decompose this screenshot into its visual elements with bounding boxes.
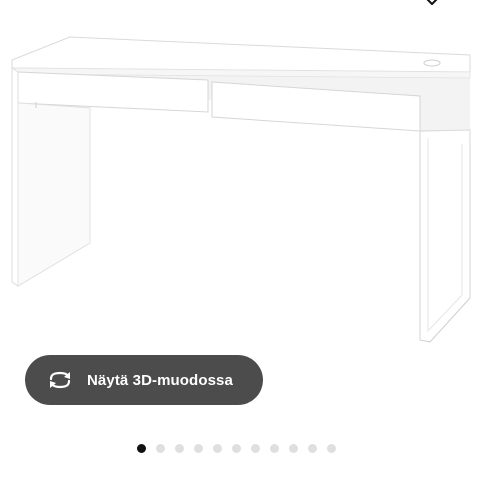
carousel-dot[interactable] (251, 444, 260, 453)
product-image[interactable] (0, 30, 480, 350)
carousel-dot[interactable] (213, 444, 222, 453)
view-3d-button[interactable]: Näytä 3D-muodossa (25, 355, 263, 405)
carousel-dot[interactable] (156, 444, 165, 453)
carousel-pagination (137, 444, 336, 453)
carousel-dot[interactable] (232, 444, 241, 453)
rotate-3d-icon (47, 370, 73, 390)
carousel-dot[interactable] (327, 444, 336, 453)
desk-top (11, 36, 471, 73)
carousel-dot-active[interactable] (137, 444, 146, 453)
carousel-dot[interactable] (194, 444, 203, 453)
heart-icon[interactable] (420, 0, 444, 10)
view-3d-label: Näytä 3D-muodossa (87, 371, 233, 389)
carousel-dot[interactable] (308, 444, 317, 453)
carousel-dot[interactable] (175, 444, 184, 453)
product-image-gallery: Näytä 3D-muodossa (0, 0, 480, 480)
carousel-dot[interactable] (270, 444, 279, 453)
carousel-dot[interactable] (289, 444, 298, 453)
